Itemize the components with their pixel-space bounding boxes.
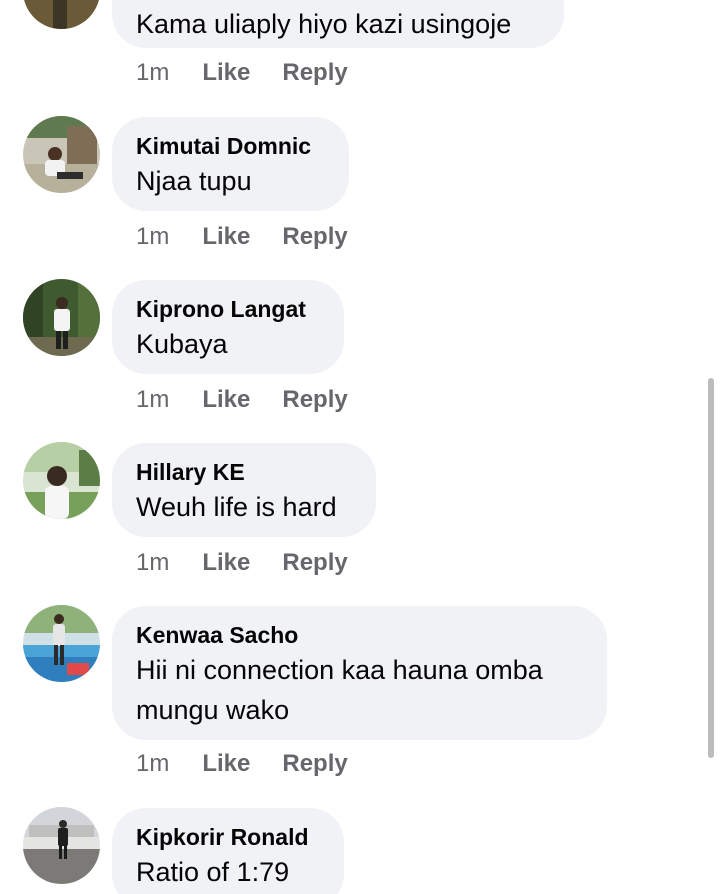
comment-time: 1m — [136, 386, 170, 413]
avatar-photo — [23, 0, 100, 29]
comment-bubble: Kenwaa Sacho Hii ni connection kaa hauna… — [112, 606, 607, 740]
comment-author[interactable]: Hillary KE — [136, 457, 352, 487]
comment-author[interactable]: Kiprono Langat — [136, 294, 320, 324]
comment-time: 1m — [136, 549, 170, 576]
avatar[interactable] — [23, 0, 100, 29]
avatar[interactable] — [23, 605, 100, 682]
comment-time: 1m — [136, 750, 170, 777]
like-button[interactable]: Like — [202, 549, 250, 576]
comment-actions: 1m Like Reply — [136, 59, 380, 87]
reply-button[interactable]: Reply — [282, 549, 347, 576]
reply-button[interactable]: Reply — [282, 750, 347, 777]
comment-actions: 1m Like Reply — [136, 386, 380, 414]
like-button[interactable]: Like — [202, 750, 250, 777]
like-button[interactable]: Like — [202, 59, 250, 86]
avatar-photo — [23, 116, 100, 193]
comment-author[interactable]: Kimutai Domnic — [136, 131, 325, 161]
like-button[interactable]: Like — [202, 223, 250, 250]
avatar[interactable] — [23, 279, 100, 356]
comment-actions: 1m Like Reply — [136, 750, 380, 778]
avatar-photo — [23, 807, 100, 884]
comment-text: Kama uliaply hiyo kazi usingoje — [136, 9, 512, 39]
comment-text-line: mungu wako — [136, 695, 290, 725]
avatar[interactable] — [23, 807, 100, 884]
avatar-photo — [23, 442, 100, 519]
avatar-photo — [23, 279, 100, 356]
comment-bubble: Kimutai Domnic Njaa tupu — [112, 117, 349, 211]
comment-text: Ratio of 1:79 — [136, 857, 290, 887]
reply-button[interactable]: Reply — [282, 59, 347, 86]
comment-bubble: Kama uliaply hiyo kazi usingoje — [112, 0, 564, 48]
comment-author[interactable]: Kenwaa Sacho — [136, 620, 583, 650]
comment-text-line: Hii ni connection kaa hauna omba — [136, 655, 543, 685]
avatar[interactable] — [23, 442, 100, 519]
comment-time: 1m — [136, 59, 170, 86]
scrollbar[interactable] — [708, 378, 714, 758]
reply-button[interactable]: Reply — [282, 223, 347, 250]
avatar-photo — [23, 605, 100, 682]
comment-actions: 1m Like Reply — [136, 549, 380, 577]
like-button[interactable]: Like — [202, 386, 250, 413]
comment-bubble: Hillary KE Weuh life is hard — [112, 443, 376, 537]
comment-author[interactable]: Kipkorir Ronald — [136, 822, 320, 852]
comment-time: 1m — [136, 223, 170, 250]
comment-actions: 1m Like Reply — [136, 223, 380, 251]
comment-bubble: Kipkorir Ronald Ratio of 1:79 — [112, 808, 344, 894]
comment-thread: Kama uliaply hiyo kazi usingoje 1m Like Re… — [0, 0, 720, 894]
comment-text: Kubaya — [136, 329, 228, 359]
reply-button[interactable]: Reply — [282, 386, 347, 413]
comment-text: Weuh life is hard — [136, 492, 337, 522]
comment-bubble: Kiprono Langat Kubaya — [112, 280, 344, 374]
comment-text: Njaa tupu — [136, 166, 252, 196]
avatar[interactable] — [23, 116, 100, 193]
